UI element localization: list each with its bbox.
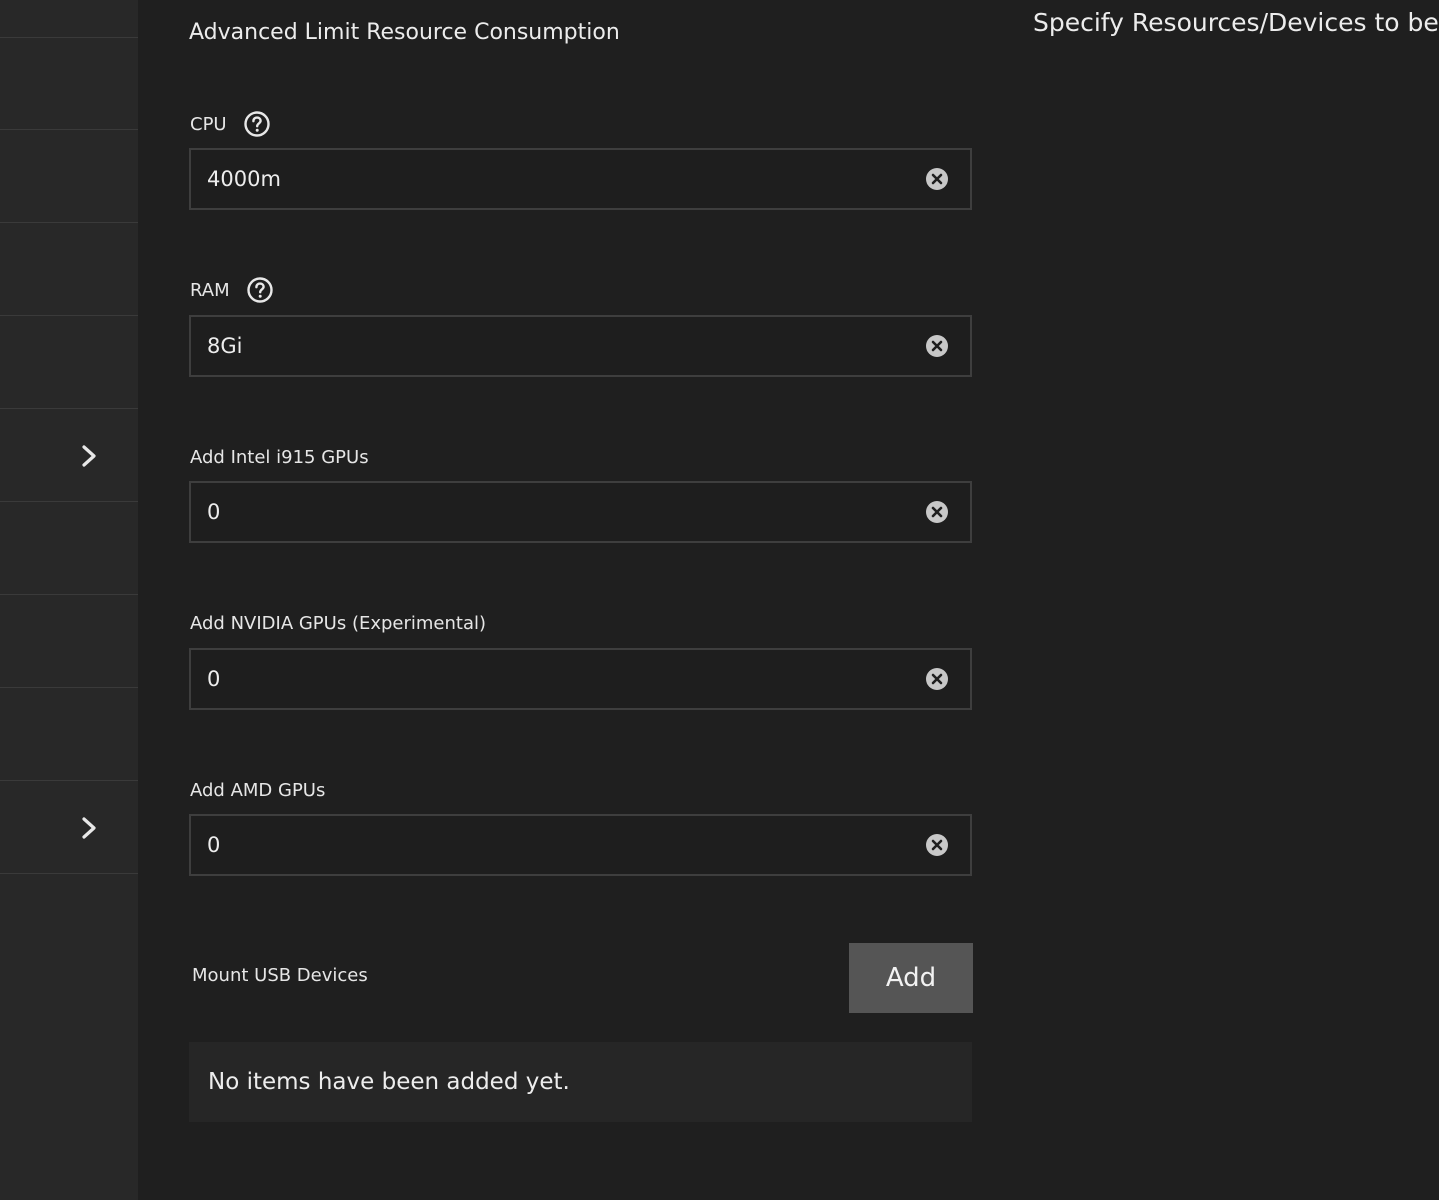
intel-gpu-input[interactable] <box>191 482 925 542</box>
clear-circle-icon[interactable] <box>925 667 949 691</box>
amd-gpu-input[interactable] <box>191 815 925 875</box>
sidebar-item[interactable] <box>0 317 138 409</box>
sidebar-item[interactable] <box>0 0 138 38</box>
clear-circle-icon[interactable] <box>925 833 949 857</box>
chevron-right-icon <box>82 816 96 839</box>
sidebar-item[interactable] <box>0 131 138 223</box>
ram-label: RAM <box>190 275 274 305</box>
sidebar-item-expandable[interactable] <box>0 782 138 874</box>
chevron-right-icon <box>82 444 96 467</box>
amd-gpu-label-text: Add AMD GPUs <box>190 779 326 801</box>
empty-message: No items have been added yet. <box>208 1069 570 1095</box>
nvidia-gpu-field[interactable] <box>189 648 972 710</box>
sidebar-item-expandable[interactable] <box>0 410 138 502</box>
amd-gpu-field[interactable] <box>189 814 972 876</box>
nvidia-gpu-label-text: Add NVIDIA GPUs (Experimental) <box>190 612 487 634</box>
intel-gpu-label-text: Add Intel i915 GPUs <box>190 446 369 468</box>
help-circle-icon[interactable] <box>243 110 271 138</box>
ram-field[interactable] <box>189 315 972 377</box>
sidebar <box>0 0 138 1200</box>
usb-empty-list: No items have been added yet. <box>189 1042 972 1122</box>
sidebar-item[interactable] <box>0 224 138 316</box>
sidebar-item[interactable] <box>0 689 138 781</box>
intel-gpu-field[interactable] <box>189 481 972 543</box>
sidebar-item[interactable] <box>0 596 138 688</box>
ram-label-text: RAM <box>190 279 230 301</box>
add-usb-button[interactable]: Add <box>849 943 973 1013</box>
mount-usb-label: Mount USB Devices <box>192 965 368 986</box>
section-title: Advanced Limit Resource Consumption <box>189 20 620 45</box>
cpu-field[interactable] <box>189 148 972 210</box>
cpu-label-text: CPU <box>190 113 227 135</box>
nvidia-gpu-label: Add NVIDIA GPUs (Experimental) <box>190 608 486 638</box>
intel-gpu-label: Add Intel i915 GPUs <box>190 442 369 472</box>
clear-circle-icon[interactable] <box>925 500 949 524</box>
clear-circle-icon[interactable] <box>925 334 949 358</box>
nvidia-gpu-input[interactable] <box>191 649 925 709</box>
sidebar-item[interactable] <box>0 38 138 130</box>
cpu-input[interactable] <box>191 149 925 209</box>
sidebar-item[interactable] <box>0 503 138 595</box>
side-heading: Specify Resources/Devices to be A <box>1033 8 1439 37</box>
ram-input[interactable] <box>191 316 925 376</box>
amd-gpu-label: Add AMD GPUs <box>190 775 325 805</box>
help-circle-icon[interactable] <box>246 276 274 304</box>
clear-circle-icon[interactable] <box>925 167 949 191</box>
cpu-label: CPU <box>190 109 271 139</box>
